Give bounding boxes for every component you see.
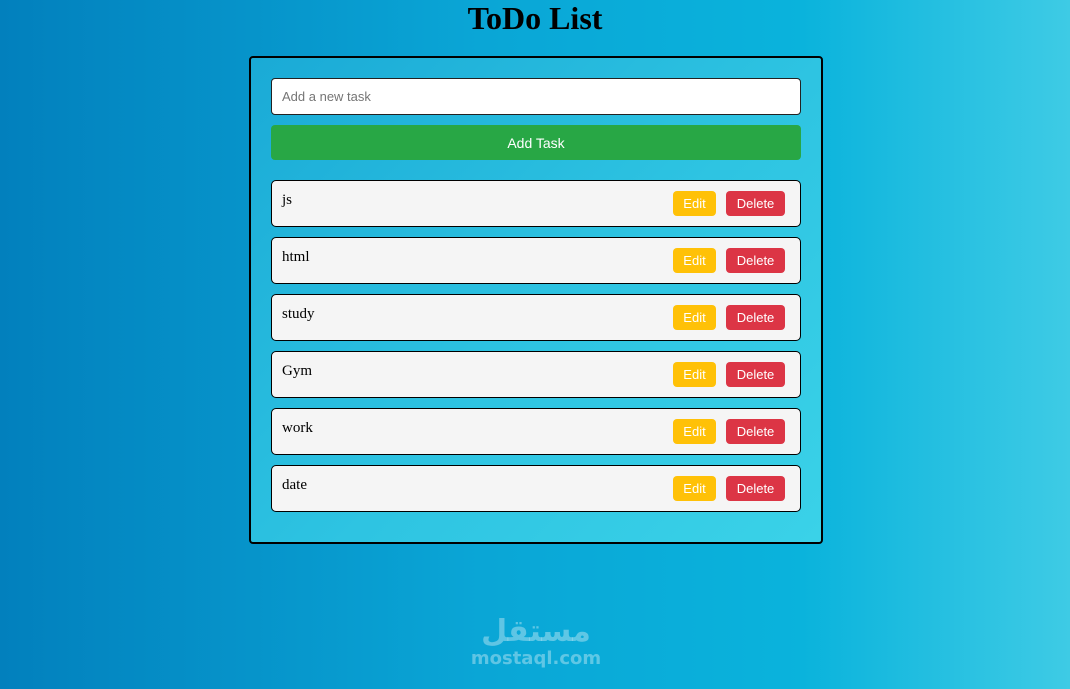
task-text: date	[282, 477, 307, 493]
task-list: js Edit Delete html Edit Delete study Ed…	[271, 180, 801, 522]
edit-button[interactable]: Edit	[673, 476, 716, 501]
edit-button[interactable]: Edit	[673, 419, 716, 444]
delete-button[interactable]: Delete	[726, 476, 785, 501]
edit-button[interactable]: Edit	[673, 191, 716, 216]
task-item: work Edit Delete	[271, 408, 801, 455]
task-text: work	[282, 420, 313, 436]
edit-button[interactable]: Edit	[673, 362, 716, 387]
delete-button[interactable]: Delete	[726, 248, 785, 273]
watermark-latin: mostaql.com	[470, 648, 602, 669]
delete-button[interactable]: Delete	[726, 305, 785, 330]
page-title: ToDo List	[467, 0, 603, 36]
edit-button[interactable]: Edit	[673, 305, 716, 330]
task-text: html	[282, 249, 310, 265]
add-task-button[interactable]: Add Task	[271, 125, 801, 160]
task-text: Gym	[282, 363, 312, 379]
delete-button[interactable]: Delete	[726, 419, 785, 444]
task-item: html Edit Delete	[271, 237, 801, 284]
task-item: Gym Edit Delete	[271, 351, 801, 398]
task-item: study Edit Delete	[271, 294, 801, 341]
watermark-logo: مستقل mostaql.com	[468, 615, 604, 669]
task-item: date Edit Delete	[271, 465, 801, 512]
task-item: js Edit Delete	[271, 180, 801, 227]
task-text: js	[282, 192, 293, 208]
todo-container: Add Task js Edit Delete html Edit Delete…	[249, 56, 823, 544]
watermark-arabic: مستقل	[481, 614, 591, 649]
delete-button[interactable]: Delete	[726, 362, 785, 387]
task-text: study	[282, 306, 315, 322]
delete-button[interactable]: Delete	[726, 191, 785, 216]
edit-button[interactable]: Edit	[673, 248, 716, 273]
new-task-input[interactable]	[271, 78, 801, 115]
